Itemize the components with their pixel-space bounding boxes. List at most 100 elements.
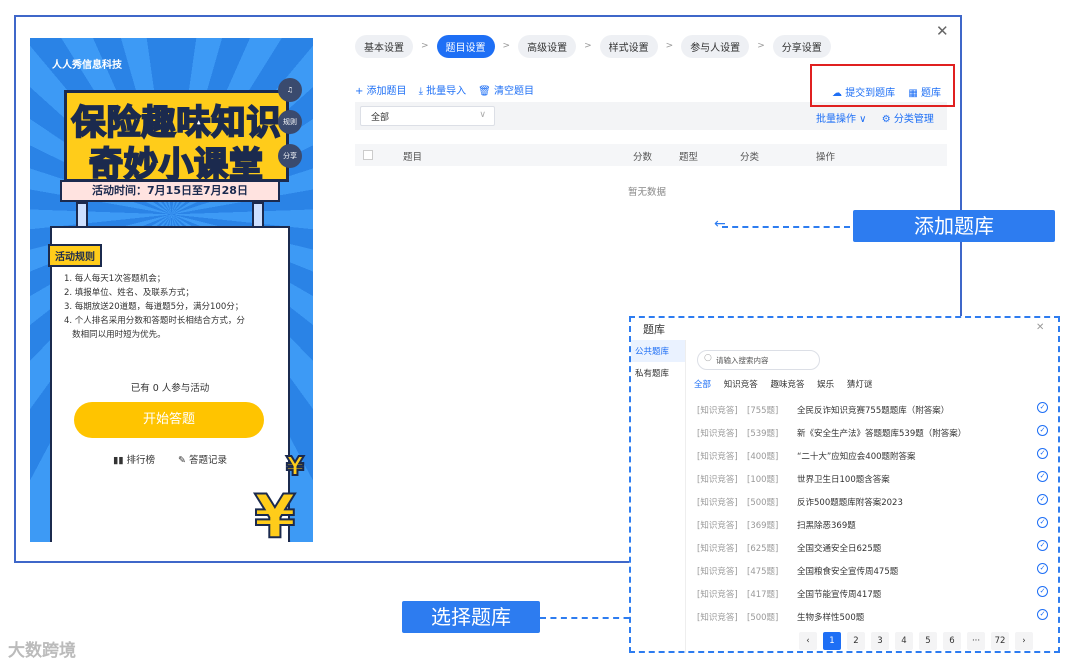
category-select[interactable]: 全部 ∨: [360, 106, 495, 126]
chevron-right-icon: >: [757, 41, 765, 51]
chevron-right-icon: >: [421, 41, 429, 51]
page-button[interactable]: 72: [991, 632, 1009, 650]
header-question: 题目: [403, 152, 423, 163]
header-type: 题型: [679, 152, 699, 163]
ranking-link[interactable]: ▮▮ 排行榜: [113, 455, 155, 466]
check-icon[interactable]: ✓: [1037, 563, 1048, 574]
watermark: 大数跨境: [8, 641, 76, 661]
sidebar-item-public[interactable]: 公共题库: [631, 340, 685, 362]
rules-side-button[interactable]: 规则: [278, 110, 302, 134]
chart-icon: ▮▮: [112, 455, 124, 466]
callout-add-bank: 添加题库: [853, 210, 1055, 242]
header-category: 分类: [740, 152, 760, 163]
step-basic[interactable]: 基本设置: [355, 34, 413, 58]
header-score: 分数: [633, 152, 653, 163]
bank-list-item[interactable]: [知识竞答] [625题] 全国交通安全日625题 ✓: [697, 538, 1059, 560]
search-input[interactable]: ○ 请输入搜索内容: [697, 350, 820, 370]
step-participants[interactable]: 参与人设置: [681, 34, 750, 58]
bank-list-item[interactable]: [知识竞答] [755题] 全民反诈知识竞赛755题题库（附答案） ✓: [697, 400, 1059, 422]
close-icon[interactable]: ✕: [936, 22, 949, 40]
check-icon[interactable]: ✓: [1037, 425, 1048, 436]
step-style[interactable]: 样式设置: [599, 34, 658, 58]
rule-item: 1. 每人每天1次答题机会；: [64, 274, 166, 284]
page-button[interactable]: 2: [847, 632, 865, 650]
title-banner: 保险趣味知识 奇妙小课堂: [64, 90, 289, 186]
yen-icon-large: ¥: [253, 481, 297, 542]
share-side-button[interactable]: 分享: [278, 144, 302, 168]
check-icon[interactable]: ✓: [1037, 471, 1048, 482]
bank-list-item[interactable]: [知识竞答] [500题] 反诈500题题库附答案2023 ✓: [697, 492, 1059, 514]
next-page-button[interactable]: ›: [1015, 632, 1033, 650]
select-all-checkbox[interactable]: [363, 150, 373, 160]
rule-item: 4. 个人排名采用分数和答题时长相结合方式，分: [64, 316, 245, 326]
callout-line-add: [722, 226, 850, 228]
bank-list-item[interactable]: [知识竞答] [539题] 新《安全生产法》答题题库539题（附答案） ✓: [697, 423, 1059, 445]
tab-entertainment[interactable]: 娱乐: [817, 380, 834, 390]
check-icon[interactable]: ✓: [1037, 517, 1048, 528]
check-icon[interactable]: ✓: [1037, 609, 1048, 620]
page-button[interactable]: 3: [871, 632, 889, 650]
page-button[interactable]: 6: [943, 632, 961, 650]
check-icon[interactable]: ✓: [1037, 494, 1048, 505]
music-icon[interactable]: ♫: [278, 78, 302, 102]
category-manage-button[interactable]: ⚙ 分类管理: [882, 114, 934, 125]
callout-select-bank: 选择题库: [402, 601, 540, 633]
bank-list-item[interactable]: [知识竞答] [500题] 生物多样性500题 ✓: [697, 607, 1059, 629]
activity-preview: 人人秀信息科技 保险趣味知识 奇妙小课堂 活动时间：7月15日至7月28日 ♫ …: [30, 38, 313, 542]
header-actions: 操作: [816, 152, 836, 163]
tab-fun[interactable]: 趣味竞答: [770, 380, 804, 390]
category-tabs: 全部 知识竞答 趣味竞答 娱乐 猜灯谜: [694, 378, 882, 390]
search-icon: ○: [704, 353, 712, 363]
check-icon[interactable]: ✓: [1037, 448, 1048, 459]
start-quiz-button[interactable]: 开始答题: [74, 402, 264, 438]
page-button[interactable]: 5: [919, 632, 937, 650]
close-icon[interactable]: ✕: [1036, 322, 1044, 333]
question-table-header: 题目 分数 题型 分类 操作: [355, 144, 947, 166]
check-icon[interactable]: ✓: [1037, 586, 1048, 597]
empty-state: 暂无数据: [628, 187, 667, 198]
gear-icon: ⚙: [881, 114, 891, 125]
arrow-left-icon: ←: [714, 216, 726, 232]
step-questions[interactable]: 题目设置: [436, 34, 495, 58]
tab-knowledge[interactable]: 知识竞答: [724, 380, 758, 390]
yen-icon-small: ¥: [285, 451, 305, 483]
add-question-button[interactable]: + 添加题目: [355, 82, 407, 97]
batch-operation-dropdown[interactable]: 批量操作 ∨: [816, 114, 867, 125]
question-bank-modal: 题库 ✕ 公共题库 私有题库 ○ 请输入搜索内容 全部 知识竞答 趣味竞答 娱乐…: [629, 316, 1060, 653]
bank-list-item[interactable]: [知识竞答] [100题] 世界卫生日100题含答案 ✓: [697, 469, 1059, 491]
prev-page-button[interactable]: ‹: [799, 632, 817, 650]
title-line-2: 奇妙小课堂: [88, 144, 264, 186]
bank-actions: ☁ 提交到题库 ▦ 题库: [832, 84, 951, 99]
bank-list-item[interactable]: [知识竞答] [369题] 扫黑除恶369题 ✓: [697, 515, 1059, 537]
clear-questions-button[interactable]: 🗑 清空题目: [478, 82, 534, 97]
bank-list-item[interactable]: [知识竞答] [417题] 全国节能宣传周417题 ✓: [697, 584, 1059, 606]
bank-list-item[interactable]: [知识竞答] [475题] 全国粮食安全宣传周475题 ✓: [697, 561, 1059, 583]
step-navigation: 基本设置 > 题目设置 > 高级设置 > 样式设置 > 参与人设置 > 分享设置: [355, 34, 831, 58]
page-ellipsis: ···: [967, 632, 985, 650]
bank-list-item[interactable]: [知识竞答] [400题] “二十大”应知应会400题附答案 ✓: [697, 446, 1059, 468]
chevron-down-icon: ∨: [479, 110, 486, 120]
chevron-right-icon: >: [502, 41, 511, 51]
submit-to-bank-button[interactable]: ☁ 提交到题库: [832, 88, 895, 99]
rule-item: 2. 填报单位、姓名、及联系方式；: [64, 288, 194, 298]
rules-tag: 活动规则: [48, 244, 102, 267]
step-share[interactable]: 分享设置: [772, 34, 831, 58]
batch-import-button[interactable]: ⤓ 批量导入: [419, 82, 467, 97]
question-bank-button[interactable]: ▦ 题库: [908, 88, 941, 99]
step-advanced[interactable]: 高级设置: [518, 34, 577, 58]
participant-count: 已有 0 人参与活动: [130, 383, 210, 394]
chevron-right-icon: >: [665, 41, 674, 51]
page-button[interactable]: 4: [895, 632, 913, 650]
grid-icon: ▦: [908, 88, 918, 99]
tab-riddles[interactable]: 猜灯谜: [847, 380, 873, 390]
callout-line-select: [540, 617, 640, 619]
check-icon[interactable]: ✓: [1037, 540, 1048, 551]
check-icon[interactable]: ✓: [1037, 402, 1048, 413]
records-link[interactable]: ✎ 答题记录: [178, 455, 227, 466]
tab-all[interactable]: 全部: [694, 380, 711, 390]
batch-actions: 批量操作 ∨ ⚙ 分类管理: [816, 110, 946, 125]
sidebar-item-private[interactable]: 私有题库: [631, 362, 685, 384]
cloud-upload-icon: ☁: [832, 88, 842, 99]
bottom-links: ▮▮ 排行榜 ✎ 答题记录: [52, 452, 288, 466]
page-button[interactable]: 1: [823, 632, 841, 650]
